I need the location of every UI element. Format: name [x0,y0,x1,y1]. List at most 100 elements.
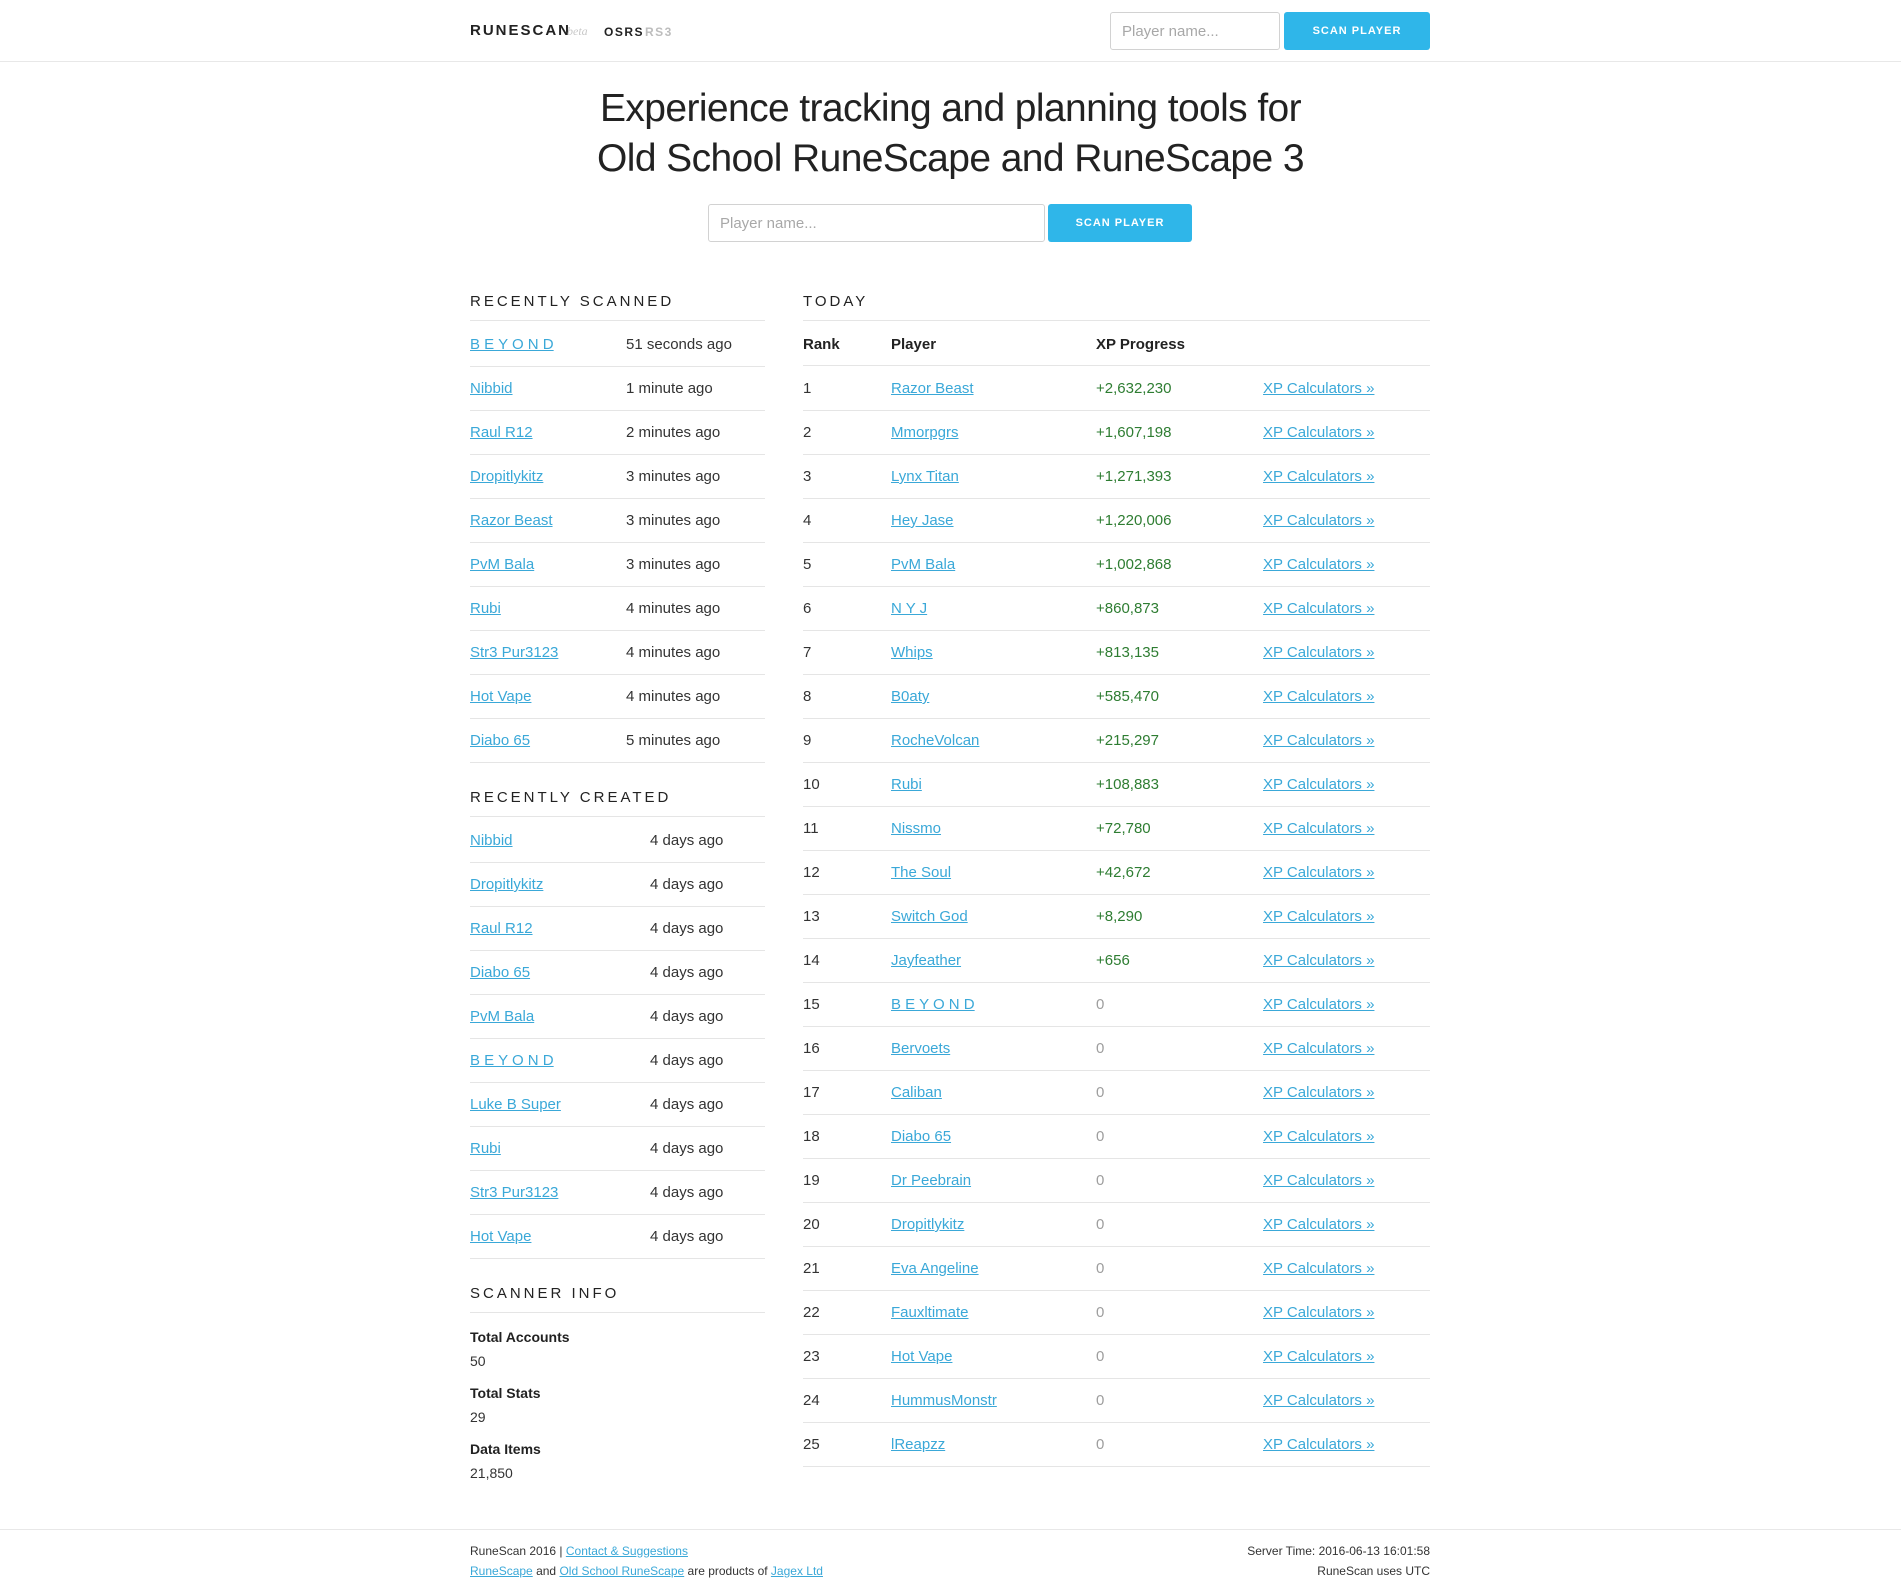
xp-calculators-link[interactable]: XP Calculators » [1263,1159,1374,1203]
xp-calculators-link[interactable]: XP Calculators » [1263,851,1374,895]
player-link[interactable]: Diabo 65 [470,951,530,995]
rank-cell: 24 [803,1392,820,1409]
xp-calculators-link[interactable]: XP Calculators » [1263,939,1374,983]
player-link[interactable]: Mmorpgrs [891,411,959,455]
player-link[interactable]: Razor Beast [470,499,553,543]
xp-calculators-link[interactable]: XP Calculators » [1263,1423,1374,1467]
player-link[interactable]: Dropitlykitz [891,1203,964,1247]
xp-progress-cell: +1,271,393 [1096,468,1172,485]
player-link[interactable]: Raul R12 [470,411,533,455]
player-link[interactable]: Nibbid [470,367,513,411]
player-link[interactable]: B E Y O N D [891,983,975,1027]
total-accounts-label: Total Accounts [470,1329,570,1345]
player-link[interactable]: Str3 Pur3123 [470,631,558,675]
player-link[interactable]: Diabo 65 [470,719,530,763]
time-ago: 4 days ago [650,1228,724,1245]
player-link[interactable]: lReapzz [891,1423,945,1467]
top-navbar: RUNESCAN beta OSRS RS3 SCAN PLAYER [0,0,1901,62]
xp-calculators-link[interactable]: XP Calculators » [1263,411,1374,455]
player-link[interactable]: B E Y O N D [470,323,554,367]
player-link[interactable]: Razor Beast [891,367,974,411]
total-stats-label: Total Stats [470,1385,541,1401]
xp-calculators-link[interactable]: XP Calculators » [1263,1071,1374,1115]
player-link[interactable]: PvM Bala [470,543,534,587]
xp-calculators-link[interactable]: XP Calculators » [1263,983,1374,1027]
rank-cell: 2 [803,424,812,441]
player-link[interactable]: Dropitlykitz [470,863,543,907]
player-link[interactable]: Fauxltimate [891,1291,969,1335]
player-link[interactable]: PvM Bala [470,995,534,1039]
xp-progress-cell: 0 [1096,1304,1105,1321]
player-link[interactable]: Hot Vape [470,1215,531,1259]
jagex-link[interactable]: Jagex Ltd [771,1564,823,1578]
xp-calculators-link[interactable]: XP Calculators » [1263,1115,1374,1159]
xp-progress-cell: +8,290 [1096,908,1143,925]
xp-calculators-link[interactable]: XP Calculators » [1263,543,1374,587]
table-row: 23 Hot Vape 0 XP Calculators » [803,1335,1430,1379]
hero-title-line-1: Experience tracking and planning tools f… [599,87,1302,130]
nav-rs3-link[interactable]: RS3 [645,25,673,39]
xp-calculators-link[interactable]: XP Calculators » [1263,719,1374,763]
xp-calculators-link[interactable]: XP Calculators » [1263,1291,1374,1335]
player-link[interactable]: Whips [891,631,933,675]
xp-progress-cell: 0 [1096,1392,1105,1409]
xp-calculators-link[interactable]: XP Calculators » [1263,895,1374,939]
player-link[interactable]: Rubi [891,763,922,807]
xp-calculators-link[interactable]: XP Calculators » [1263,587,1374,631]
rank-cell: 5 [803,556,812,573]
player-link[interactable]: PvM Bala [891,543,955,587]
player-link[interactable]: Lynx Titan [891,455,959,499]
player-link[interactable]: The Soul [891,851,951,895]
player-link[interactable]: N Y J [891,587,927,631]
player-link[interactable]: Hot Vape [470,675,531,719]
player-link[interactable]: Hot Vape [891,1335,952,1379]
brand-logo[interactable]: RUNESCAN [470,22,571,39]
player-link[interactable]: Caliban [891,1071,942,1115]
player-link[interactable]: Eva Angeline [891,1247,979,1291]
nav-player-search-input[interactable] [1110,12,1280,50]
xp-calculators-link[interactable]: XP Calculators » [1263,675,1374,719]
player-link[interactable]: Dr Peebrain [891,1159,971,1203]
player-link[interactable]: Luke B Super [470,1083,561,1127]
time-ago: 3 minutes ago [626,468,721,485]
player-link[interactable]: Switch God [891,895,968,939]
xp-calculators-link[interactable]: XP Calculators » [1263,1247,1374,1291]
xp-calculators-link[interactable]: XP Calculators » [1263,1027,1374,1071]
list-item: Diabo 65 4 days ago [470,951,765,995]
contact-suggestions-link[interactable]: Contact & Suggestions [566,1544,688,1558]
xp-calculators-link[interactable]: XP Calculators » [1263,763,1374,807]
rank-cell: 14 [803,952,820,969]
player-link[interactable]: B E Y O N D [470,1039,554,1083]
player-link[interactable]: Jayfeather [891,939,961,983]
xp-calculators-link[interactable]: XP Calculators » [1263,499,1374,543]
old-school-runescape-link[interactable]: Old School RuneScape [559,1564,684,1578]
hero-scan-player-button[interactable]: SCAN PLAYER [1048,204,1192,242]
xp-calculators-link[interactable]: XP Calculators » [1263,631,1374,675]
xp-calculators-link[interactable]: XP Calculators » [1263,1203,1374,1247]
xp-calculators-link[interactable]: XP Calculators » [1263,807,1374,851]
player-link[interactable]: HummusMonstr [891,1379,997,1423]
player-link[interactable]: Str3 Pur3123 [470,1171,558,1215]
player-link[interactable]: Raul R12 [470,907,533,951]
xp-progress-cell: 0 [1096,1436,1105,1453]
player-link[interactable]: Bervoets [891,1027,950,1071]
xp-progress-cell: 0 [1096,1260,1105,1277]
player-link[interactable]: Rubi [470,1127,501,1171]
player-link[interactable]: Hey Jase [891,499,954,543]
player-link[interactable]: Diabo 65 [891,1115,951,1159]
nav-scan-player-button[interactable]: SCAN PLAYER [1284,12,1430,50]
xp-progress-cell: +1,220,006 [1096,512,1172,529]
nav-osrs-link[interactable]: OSRS [604,25,644,39]
player-link[interactable]: B0aty [891,675,929,719]
player-link[interactable]: Dropitlykitz [470,455,543,499]
hero-player-search-input[interactable] [708,204,1045,242]
xp-calculators-link[interactable]: XP Calculators » [1263,367,1374,411]
xp-calculators-link[interactable]: XP Calculators » [1263,455,1374,499]
runescape-link[interactable]: RuneScape [470,1564,533,1578]
player-link[interactable]: RocheVolcan [891,719,979,763]
xp-calculators-link[interactable]: XP Calculators » [1263,1335,1374,1379]
player-link[interactable]: Nissmo [891,807,941,851]
player-link[interactable]: Nibbid [470,819,513,863]
player-link[interactable]: Rubi [470,587,501,631]
xp-calculators-link[interactable]: XP Calculators » [1263,1379,1374,1423]
